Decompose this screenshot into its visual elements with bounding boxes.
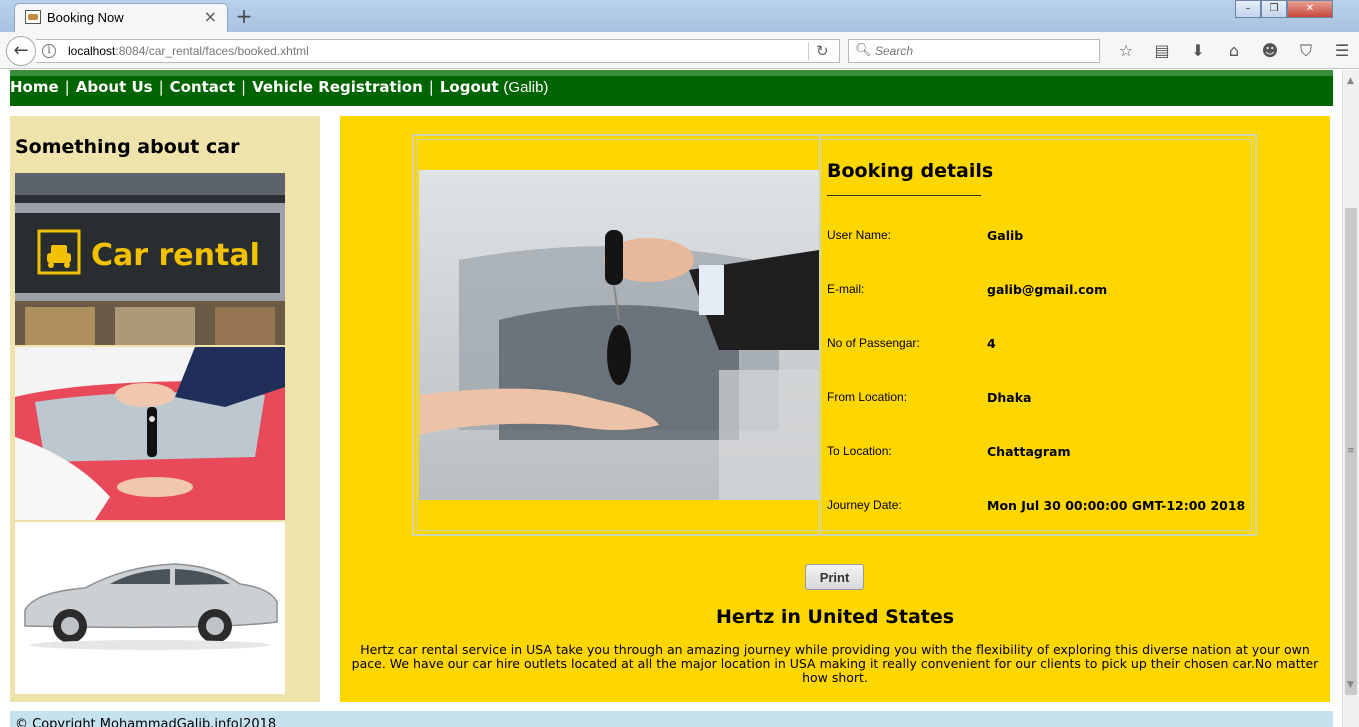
window-controls: – ❐ ✕	[1235, 0, 1333, 18]
key-handover-image	[15, 347, 285, 520]
scroll-grip-icon: ≡	[1347, 446, 1355, 456]
nav-contact-link[interactable]: Contact	[170, 78, 235, 96]
detail-label: Journey Date:	[827, 498, 902, 512]
tab-title: Booking Now	[47, 10, 124, 25]
site-info-icon[interactable]: i	[42, 44, 56, 58]
nav-logout-link[interactable]: Logout	[440, 78, 499, 96]
url-divider	[808, 42, 809, 60]
detail-value: Dhaka	[987, 390, 1032, 405]
sidebar-title: Something about car	[15, 136, 240, 158]
window-close-button[interactable]: ✕	[1287, 0, 1333, 18]
detail-label: User Name:	[827, 228, 892, 242]
car-keys-photo	[419, 170, 819, 500]
sidebar: Something about car Car rental	[10, 116, 320, 702]
detail-label: From Location:	[827, 390, 908, 404]
site-nav: Home | About Us | Contact | Vehicle Registrati…	[10, 70, 1333, 106]
search-input[interactable]: 🔍︎ Search	[848, 39, 1100, 63]
copyright-text: © Copyright MohammadGalib.info|2018	[15, 717, 277, 727]
reload-icon[interactable]: ↻	[816, 42, 829, 60]
nav-about-link[interactable]: About Us	[76, 78, 153, 96]
download-icon[interactable]: ⬇	[1180, 40, 1216, 62]
print-button[interactable]: Print	[805, 564, 864, 590]
page-scrollbar[interactable]: ▲ ≡ ▼	[1342, 70, 1359, 727]
detail-label: To Location:	[827, 444, 892, 458]
table-divider	[819, 136, 821, 534]
nav-links: Home | About Us | Contact | Vehicle Registrati…	[10, 78, 548, 96]
hertz-title: Hertz in United States	[715, 606, 955, 628]
detail-label: No of Passengar:	[827, 336, 920, 350]
menu-icon[interactable]: ☰	[1324, 40, 1359, 62]
nav-separator: |	[241, 78, 247, 96]
back-arrow-icon: ←	[13, 40, 29, 61]
page-viewport: Home | About Us | Contact | Vehicle Registrati…	[0, 70, 1342, 727]
nav-vehicle-registration-link[interactable]: Vehicle Registration	[252, 78, 423, 96]
booking-table: Booking details User Name: Galib E-mail:…	[412, 134, 1257, 536]
restore-button[interactable]: ❐	[1261, 0, 1287, 18]
url-path: :8084/car_rental/faces/booked.xhtml	[115, 44, 309, 58]
scroll-up-arrow-icon[interactable]: ▲	[1347, 76, 1354, 86]
browser-toolbar: ← i localhost:8084/car_rental/faces/book…	[0, 32, 1359, 69]
main-content: Booking details User Name: Galib E-mail:…	[340, 116, 1330, 702]
sign-text: Car rental	[91, 238, 260, 273]
search-icon: 🔍︎	[855, 43, 872, 58]
nav-home-link[interactable]: Home	[10, 78, 59, 96]
booking-details-underline	[827, 195, 981, 196]
hertz-description: Hertz car rental service in USA take you…	[351, 642, 1319, 685]
emoji-icon[interactable]: ☻	[1252, 40, 1288, 62]
new-tab-button[interactable]: +	[234, 4, 254, 28]
detail-value: galib@gmail.com	[987, 282, 1108, 297]
logged-in-user: (Galib)	[503, 79, 549, 96]
star-icon[interactable]: ☆	[1108, 40, 1144, 62]
reading-list-icon[interactable]: ▤	[1144, 40, 1180, 62]
detail-value: Mon Jul 30 00:00:00 GMT-12:00 2018	[987, 498, 1246, 513]
detail-label: E-mail:	[827, 282, 865, 296]
tab-close-icon[interactable]: ×	[204, 7, 217, 26]
nav-separator: |	[428, 78, 434, 96]
footer: © Copyright MohammadGalib.info|2018	[10, 711, 1333, 727]
pocket-icon[interactable]: ⛉	[1288, 40, 1324, 62]
detail-value: 4	[987, 336, 996, 351]
car-rental-sign-image: Car rental	[15, 173, 285, 345]
favicon-icon	[25, 10, 41, 24]
silver-sedan-image	[15, 522, 285, 694]
address-bar[interactable]: i localhost:8084/car_rental/faces/booked…	[36, 39, 840, 63]
url-text[interactable]: localhost:8084/car_rental/faces/booked.x…	[68, 44, 309, 58]
home-icon[interactable]: ⌂	[1216, 40, 1252, 62]
scroll-down-arrow-icon[interactable]: ▼	[1347, 680, 1354, 690]
minimize-button[interactable]: –	[1235, 0, 1261, 18]
search-placeholder: Search	[875, 44, 914, 58]
detail-value: Galib	[987, 228, 1024, 243]
toolbar-icons: ☆ ▤ ⬇ ⌂ ☻ ⛉ ☰	[1108, 40, 1359, 62]
url-host: localhost	[68, 44, 116, 58]
browser-titlebar: Booking Now × + – ❐ ✕	[0, 0, 1359, 32]
nav-separator: |	[158, 78, 164, 96]
back-button[interactable]: ←	[6, 36, 36, 66]
browser-tab[interactable]: Booking Now ×	[14, 3, 228, 32]
nav-separator: |	[64, 78, 70, 96]
booking-details-title: Booking details	[827, 160, 994, 182]
detail-value: Chattagram	[987, 444, 1071, 459]
